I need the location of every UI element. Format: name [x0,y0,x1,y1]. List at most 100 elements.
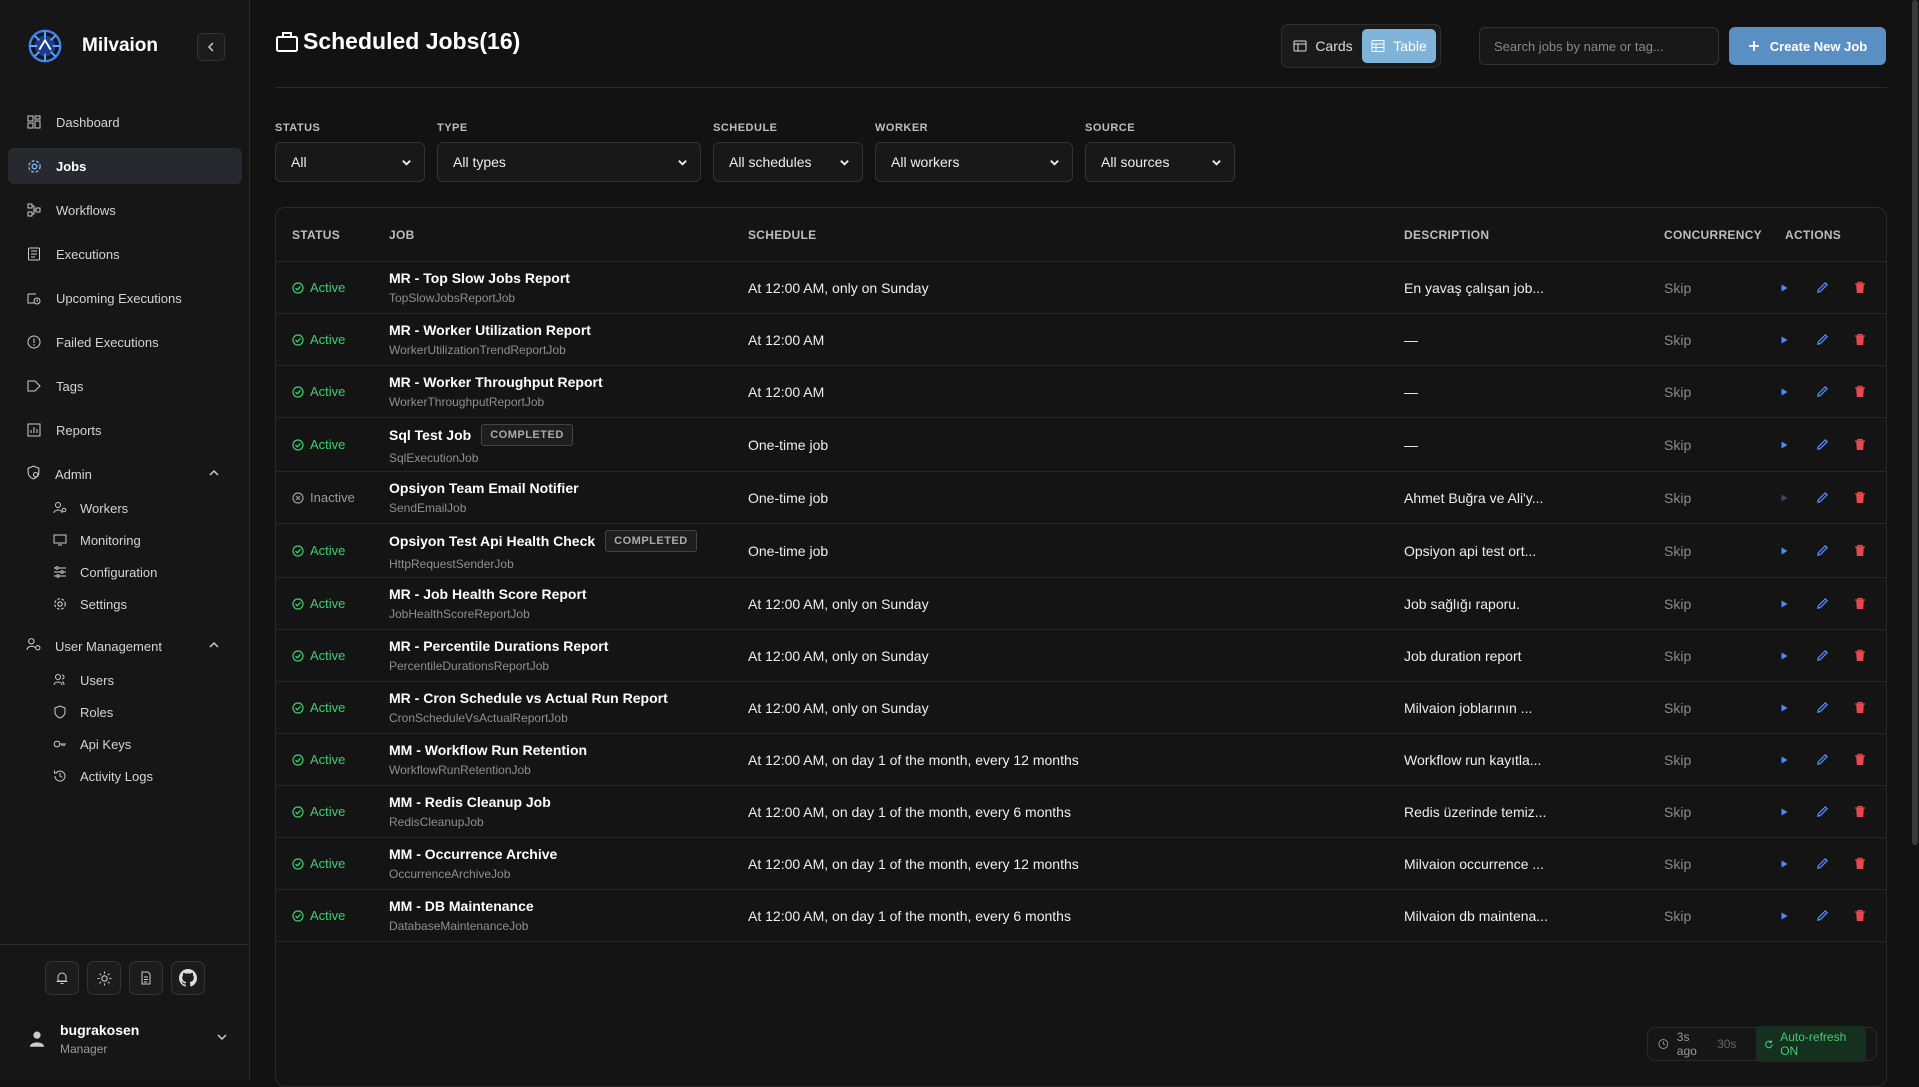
page-scrollbar[interactable] [1912,0,1918,845]
run-job-button[interactable] [1774,330,1794,350]
nav-item-activity-logs[interactable]: Activity Logs [8,760,242,792]
table-row[interactable]: Inactive Opsiyon Team Email Notifier Sen… [276,472,1886,524]
table-row[interactable]: Active Opsiyon Test Api Health Check COM… [276,524,1886,578]
auto-refresh-toggle[interactable]: Auto-refresh ON [1756,1026,1866,1062]
nav-section-user-management[interactable]: User Management [8,628,242,664]
run-job-button[interactable] [1774,906,1794,926]
delete-job-button[interactable] [1850,541,1870,561]
worker-select[interactable]: All workers [875,142,1073,182]
table-row[interactable]: Active Sql Test Job COMPLETED SqlExecuti… [276,418,1886,472]
table-row[interactable]: Active MR - Worker Throughput Report Wor… [276,366,1886,418]
nav-item-users[interactable]: Users [8,664,242,696]
delete-job-button[interactable] [1850,435,1870,455]
delete-job-button[interactable] [1850,802,1870,822]
status-select[interactable]: All [275,142,425,182]
run-job-button[interactable] [1774,750,1794,770]
run-job-button[interactable] [1774,541,1794,561]
user-menu[interactable]: bugrakosen Manager [28,1017,228,1061]
type-select[interactable]: All types [437,142,701,182]
delete-job-button[interactable] [1850,278,1870,298]
run-job-button[interactable] [1774,854,1794,874]
delete-job-button[interactable] [1850,488,1870,508]
run-job-button[interactable] [1774,435,1794,455]
docs-button[interactable] [129,961,163,995]
nav-section-admin[interactable]: Admin [8,456,242,492]
source-select[interactable]: All sources [1085,142,1235,182]
table-row[interactable]: Active MR - Worker Utilization Report Wo… [276,314,1886,366]
run-job-button[interactable] [1774,698,1794,718]
schedule-select[interactable]: All schedules [713,142,863,182]
table-row[interactable]: Active MM - Occurrence Archive Occurrenc… [276,838,1886,890]
nav-item-executions[interactable]: Executions [8,236,242,272]
job-cell[interactable]: MR - Worker Throughput Report WorkerThro… [389,374,603,409]
nav-item-failed-executions[interactable]: Failed Executions [8,324,242,360]
collapse-sidebar-button[interactable] [197,33,225,61]
table-row[interactable]: Active MR - Percentile Durations Report … [276,630,1886,682]
run-job-button[interactable] [1774,488,1794,508]
job-cell[interactable]: MR - Job Health Score Report JobHealthSc… [389,586,587,621]
theme-toggle-button[interactable] [87,961,121,995]
nav-item-monitoring[interactable]: Monitoring [8,524,242,556]
nav-item-reports[interactable]: Reports [8,412,242,448]
delete-job-button[interactable] [1850,382,1870,402]
edit-job-button[interactable] [1812,330,1832,350]
nav-item-workflows[interactable]: Workflows [8,192,242,228]
delete-job-button[interactable] [1850,330,1870,350]
table-row[interactable]: Active MM - DB Maintenance DatabaseMaint… [276,890,1886,942]
cards-view-button[interactable]: Cards [1286,29,1360,63]
search-input[interactable] [1479,27,1719,65]
nav-item-api-keys[interactable]: Api Keys [8,728,242,760]
job-cell[interactable]: Opsiyon Team Email Notifier SendEmailJob [389,480,579,515]
run-job-button[interactable] [1774,802,1794,822]
delete-job-button[interactable] [1850,646,1870,666]
table-row[interactable]: Active MR - Top Slow Jobs Report TopSlow… [276,262,1886,314]
job-cell[interactable]: MM - Workflow Run Retention WorkflowRunR… [389,742,587,777]
nav-item-settings[interactable]: Settings [8,588,242,620]
table-view-button[interactable]: Table [1362,29,1436,63]
run-job-button[interactable] [1774,382,1794,402]
nav-item-configuration[interactable]: Configuration [8,556,242,588]
job-cell[interactable]: MM - DB Maintenance DatabaseMaintenanceJ… [389,898,534,933]
edit-job-button[interactable] [1812,854,1832,874]
nav-item-tags[interactable]: Tags [8,368,242,404]
table-row[interactable]: Active MR - Cron Schedule vs Actual Run … [276,682,1886,734]
job-cell[interactable]: Sql Test Job COMPLETED SqlExecutionJob [389,424,573,465]
table-row[interactable]: Active MM - Workflow Run Retention Workf… [276,734,1886,786]
job-cell[interactable]: MM - Occurrence Archive OccurrenceArchiv… [389,846,557,881]
job-cell[interactable]: MR - Worker Utilization Report WorkerUti… [389,322,591,357]
brand[interactable]: Milvaion [26,26,158,66]
nav-item-roles[interactable]: Roles [8,696,242,728]
edit-job-button[interactable] [1812,435,1832,455]
job-cell[interactable]: Opsiyon Test Api Health Check COMPLETED … [389,530,697,571]
edit-job-button[interactable] [1812,750,1832,770]
job-cell[interactable]: MR - Percentile Durations Report Percent… [389,638,608,673]
edit-job-button[interactable] [1812,594,1832,614]
job-cell[interactable]: MM - Redis Cleanup Job RedisCleanupJob [389,794,551,829]
edit-job-button[interactable] [1812,646,1832,666]
table-row[interactable]: Active MM - Redis Cleanup Job RedisClean… [276,786,1886,838]
edit-job-button[interactable] [1812,382,1832,402]
delete-job-button[interactable] [1850,854,1870,874]
edit-job-button[interactable] [1812,488,1832,508]
table-row[interactable]: Active MR - Job Health Score Report JobH… [276,578,1886,630]
nav-item-jobs[interactable]: Jobs [8,148,242,184]
run-job-button[interactable] [1774,594,1794,614]
job-cell[interactable]: MR - Top Slow Jobs Report TopSlowJobsRep… [389,270,570,305]
edit-job-button[interactable] [1812,906,1832,926]
delete-job-button[interactable] [1850,594,1870,614]
delete-job-button[interactable] [1850,750,1870,770]
edit-job-button[interactable] [1812,698,1832,718]
run-job-button[interactable] [1774,646,1794,666]
create-new-job-button[interactable]: Create New Job [1729,27,1886,65]
nav-item-workers[interactable]: Workers [8,492,242,524]
job-cell[interactable]: MR - Cron Schedule vs Actual Run Report … [389,690,668,725]
run-job-button[interactable] [1774,278,1794,298]
edit-job-button[interactable] [1812,802,1832,822]
delete-job-button[interactable] [1850,698,1870,718]
delete-job-button[interactable] [1850,906,1870,926]
edit-job-button[interactable] [1812,541,1832,561]
edit-job-button[interactable] [1812,278,1832,298]
nav-item-upcoming-executions[interactable]: Upcoming Executions [8,280,242,316]
nav-item-dashboard[interactable]: Dashboard [8,104,242,140]
notifications-button[interactable] [45,961,79,995]
